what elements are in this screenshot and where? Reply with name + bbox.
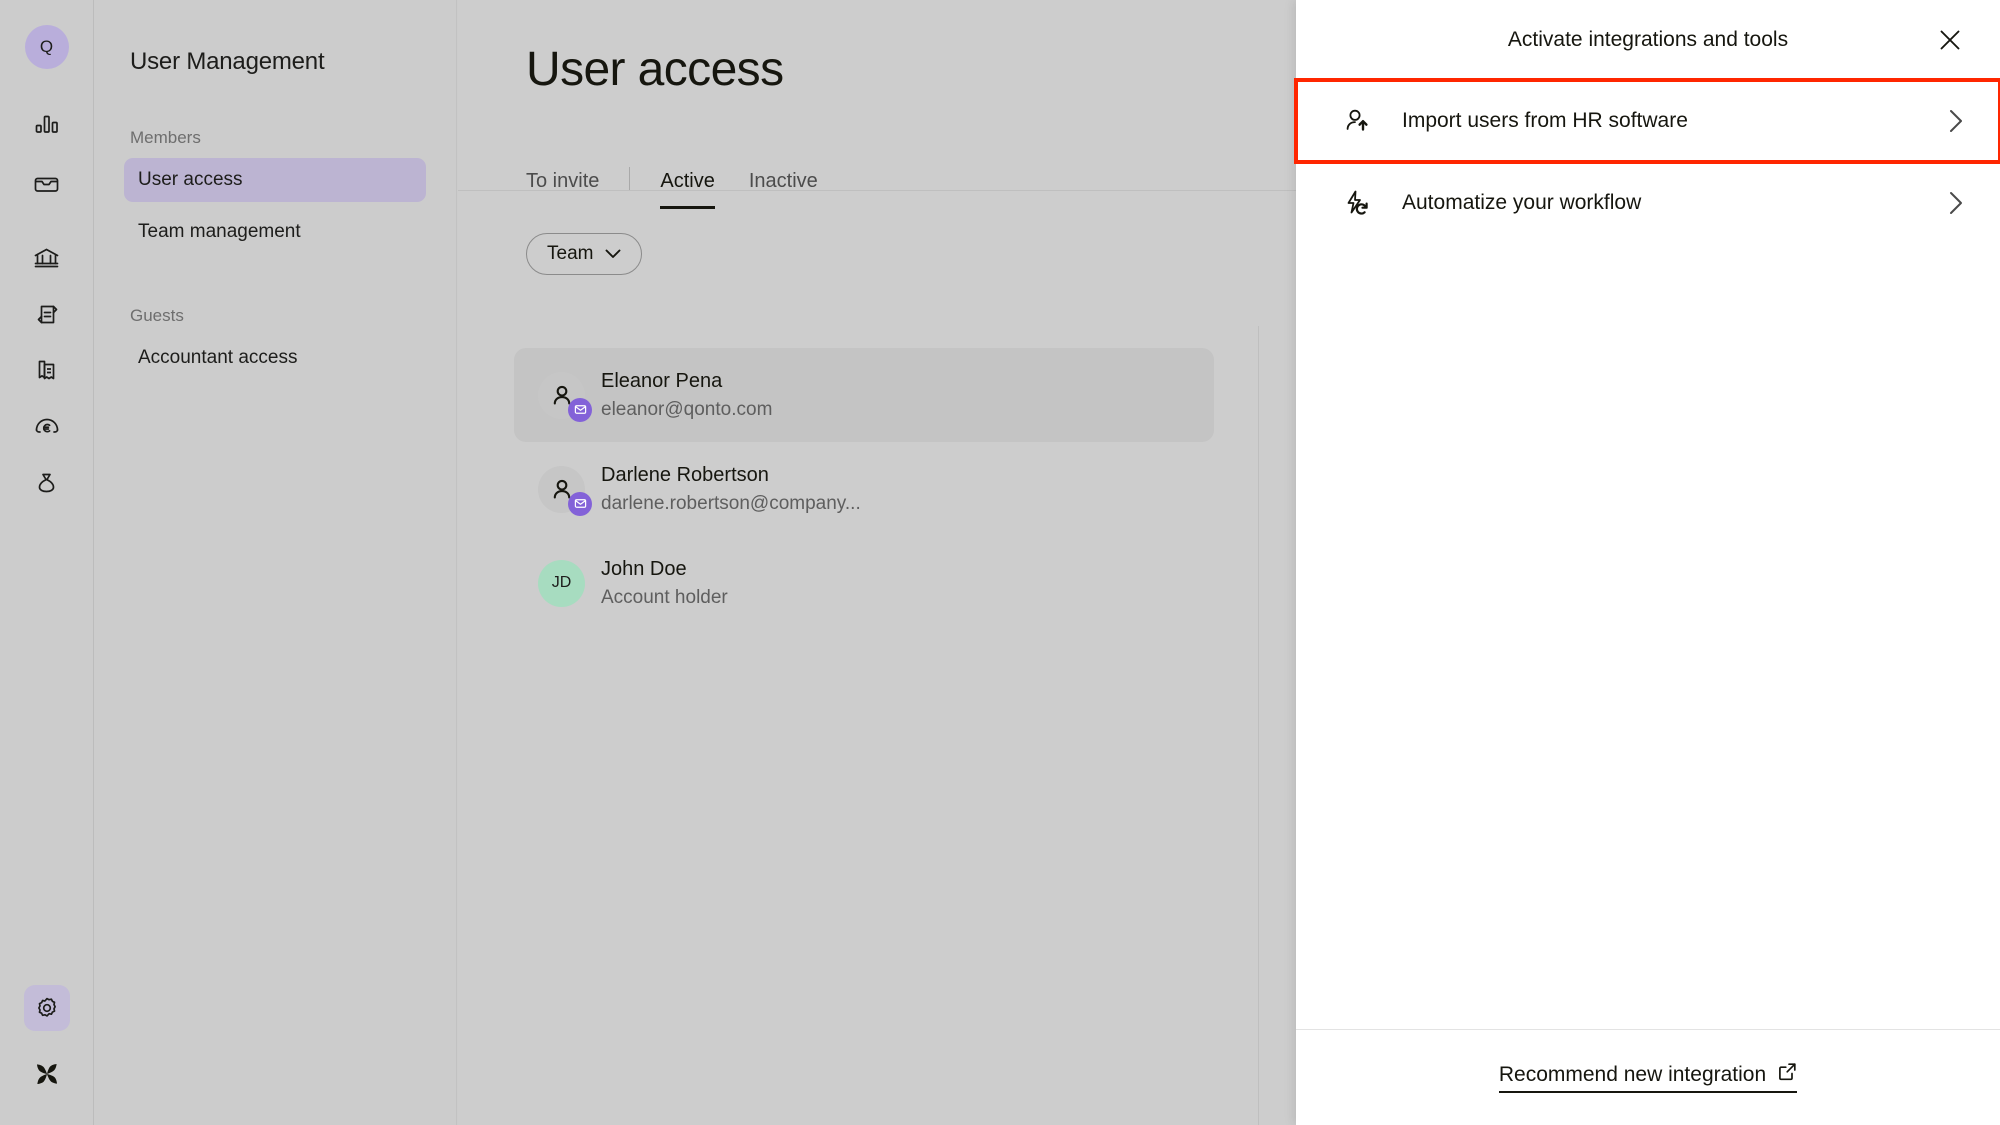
sidebar-item-label: User access <box>138 169 243 190</box>
sidebar-section-label-members: Members <box>130 128 201 147</box>
tab-label: Inactive <box>748 170 818 192</box>
main-content: User access To invite Active Inactive Te… <box>458 0 1718 1125</box>
sidebar-item-label: Accountant access <box>138 347 298 368</box>
chevron-right-icon <box>1948 107 1964 135</box>
inbox-icon[interactable] <box>24 161 70 207</box>
rail-icon-group <box>24 101 70 505</box>
avatar <box>538 465 592 516</box>
external-link-icon <box>1778 1062 1797 1087</box>
panel-header: Activate integrations and tools <box>1296 0 2000 80</box>
rail-bottom-group <box>23 985 70 1125</box>
page-title: User access <box>526 43 784 96</box>
avatar-initials: JD <box>538 559 585 607</box>
close-icon[interactable] <box>1932 22 1968 58</box>
user-email: darlene.robertson@company... <box>601 492 861 514</box>
sidebar-item-accountant-access[interactable]: Accountant access <box>124 336 426 380</box>
user-import-icon <box>1342 106 1382 136</box>
tab-separator <box>629 167 631 191</box>
user-list-item-eleanor-pena[interactable]: Eleanor Pena eleanor@qonto.com <box>514 348 1214 442</box>
filter-row: Team <box>526 233 1296 275</box>
envelope-icon <box>568 491 592 516</box>
tab-bar-divider <box>458 190 1296 191</box>
money-bag-icon[interactable] <box>24 459 70 505</box>
tab-label: To invite <box>526 170 600 192</box>
brand-initial: Q <box>39 37 54 56</box>
sidebar: User Management Members User access Team… <box>94 0 457 1125</box>
sidebar-item-team-management[interactable]: Team management <box>124 210 426 254</box>
transfer-document-icon[interactable] <box>24 291 70 337</box>
bank-icon[interactable] <box>24 235 70 281</box>
tab-bar: To invite Active Inactive <box>526 159 1296 209</box>
user-name: Eleanor Pena <box>601 369 723 392</box>
user-list-item-john-doe[interactable]: JD John Doe Account holder <box>514 536 1214 630</box>
brand-avatar[interactable]: Q <box>24 25 69 69</box>
integration-item-automatize-workflow[interactable]: Automatize your workflow <box>1296 162 2000 244</box>
team-filter-dropdown[interactable]: Team <box>526 233 643 275</box>
user-text-block: Eleanor Pena eleanor@qonto.com <box>601 367 772 424</box>
integration-list: Import users from HR software Automatize… <box>1294 78 2000 244</box>
sidebar-item-user-access[interactable]: User access <box>124 158 426 202</box>
team-filter-label: Team <box>547 243 594 264</box>
panel-title: Activate integrations and tools <box>1507 28 1789 51</box>
chart-bars-icon[interactable] <box>24 101 70 147</box>
invoices-icon[interactable] <box>24 347 70 393</box>
integration-item-import-users[interactable]: Import users from HR software <box>1294 78 2000 164</box>
user-name: John Doe <box>601 557 687 580</box>
list-detail-divider <box>1258 326 1259 1125</box>
user-name: Darlene Robertson <box>601 463 769 486</box>
user-list: Eleanor Pena eleanor@qonto.com Darlene R… <box>514 348 1214 630</box>
user-list-item-darlene-robertson[interactable]: Darlene Robertson darlene.robertson@comp… <box>514 442 1214 536</box>
euro-wallet-icon[interactable] <box>24 403 70 449</box>
envelope-icon <box>568 397 592 422</box>
avatar: JD <box>538 559 585 607</box>
user-role: Account holder <box>601 586 728 608</box>
lightning-refresh-icon <box>1342 188 1382 218</box>
sidebar-section-label-guests: Guests <box>130 306 184 325</box>
qonto-logo-icon[interactable] <box>24 1051 70 1097</box>
avatar-initials-text: JD <box>551 574 572 591</box>
user-email: eleanor@qonto.com <box>601 398 773 420</box>
icon-rail: Q <box>0 0 94 1125</box>
integration-item-label: Import users from HR software <box>1402 109 1688 132</box>
avatar <box>538 371 592 422</box>
panel-spacer <box>1296 244 2000 1029</box>
gear-icon[interactable] <box>23 985 70 1031</box>
chevron-right-icon <box>1948 189 1964 217</box>
sidebar-item-label: Team management <box>138 221 301 242</box>
integration-item-label: Automatize your workflow <box>1402 191 1642 214</box>
user-text-block: John Doe Account holder <box>601 555 728 612</box>
recommend-new-integration-link[interactable]: Recommend new integration <box>1498 1062 1798 1093</box>
panel-footer: Recommend new integration <box>1296 1029 2000 1125</box>
tab-label: Active <box>660 170 715 192</box>
user-text-block: Darlene Robertson darlene.robertson@comp… <box>601 461 861 518</box>
chevron-down-icon <box>605 243 621 265</box>
app-root: Q User Management Members User access Te… <box>0 0 2000 1125</box>
integrations-panel: Activate integrations and tools Import u… <box>1294 0 2000 1125</box>
recommend-link-label: Recommend new integration <box>1498 1062 1767 1086</box>
sidebar-title: User Management <box>130 48 325 75</box>
